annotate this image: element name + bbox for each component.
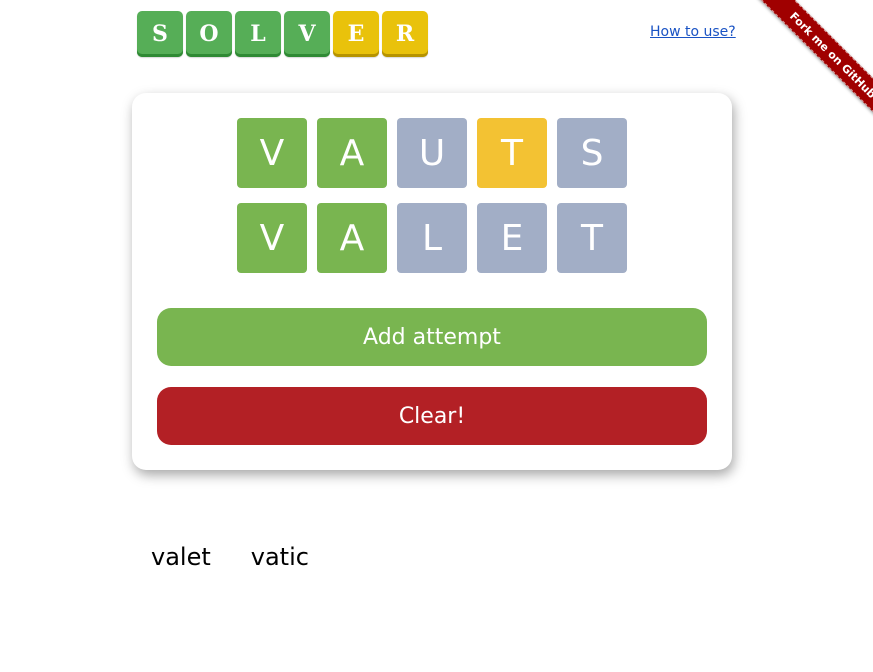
logo-tile: R — [382, 11, 428, 57]
letter-tile[interactable]: A — [317, 118, 387, 188]
solver-logo: S O L V E R — [137, 11, 428, 57]
add-attempt-button[interactable]: Add attempt — [157, 308, 707, 366]
letter-tile[interactable]: T — [557, 203, 627, 273]
letter-tile[interactable]: U — [397, 118, 467, 188]
logo-tile: O — [186, 11, 232, 57]
attempt-row: V A L E T — [237, 203, 627, 273]
fork-me-on-github-ribbon[interactable]: Fork me on GitHub — [757, 0, 873, 131]
letter-tile[interactable]: V — [237, 203, 307, 273]
result-word: valet — [151, 543, 211, 571]
letter-tile[interactable]: V — [237, 118, 307, 188]
github-ribbon-container: Fork me on GitHub — [723, 0, 873, 150]
letter-tile[interactable]: L — [397, 203, 467, 273]
results-list: valet vatic — [151, 543, 309, 571]
solver-card: V A U T S V A L E T Add attempt Clear! — [132, 93, 732, 470]
letter-tile[interactable]: T — [477, 118, 547, 188]
clear-button[interactable]: Clear! — [157, 387, 707, 445]
letter-tile[interactable]: A — [317, 203, 387, 273]
logo-tile: L — [235, 11, 281, 57]
logo-tile: E — [333, 11, 379, 57]
letter-tile[interactable]: E — [477, 203, 547, 273]
result-word: vatic — [250, 543, 309, 571]
logo-tile: V — [284, 11, 330, 57]
letter-tile[interactable]: S — [557, 118, 627, 188]
attempt-row: V A U T S — [237, 118, 627, 188]
logo-tile: S — [137, 11, 183, 57]
page: S O L V E R How to use? Fork me on GitHu… — [0, 0, 873, 672]
